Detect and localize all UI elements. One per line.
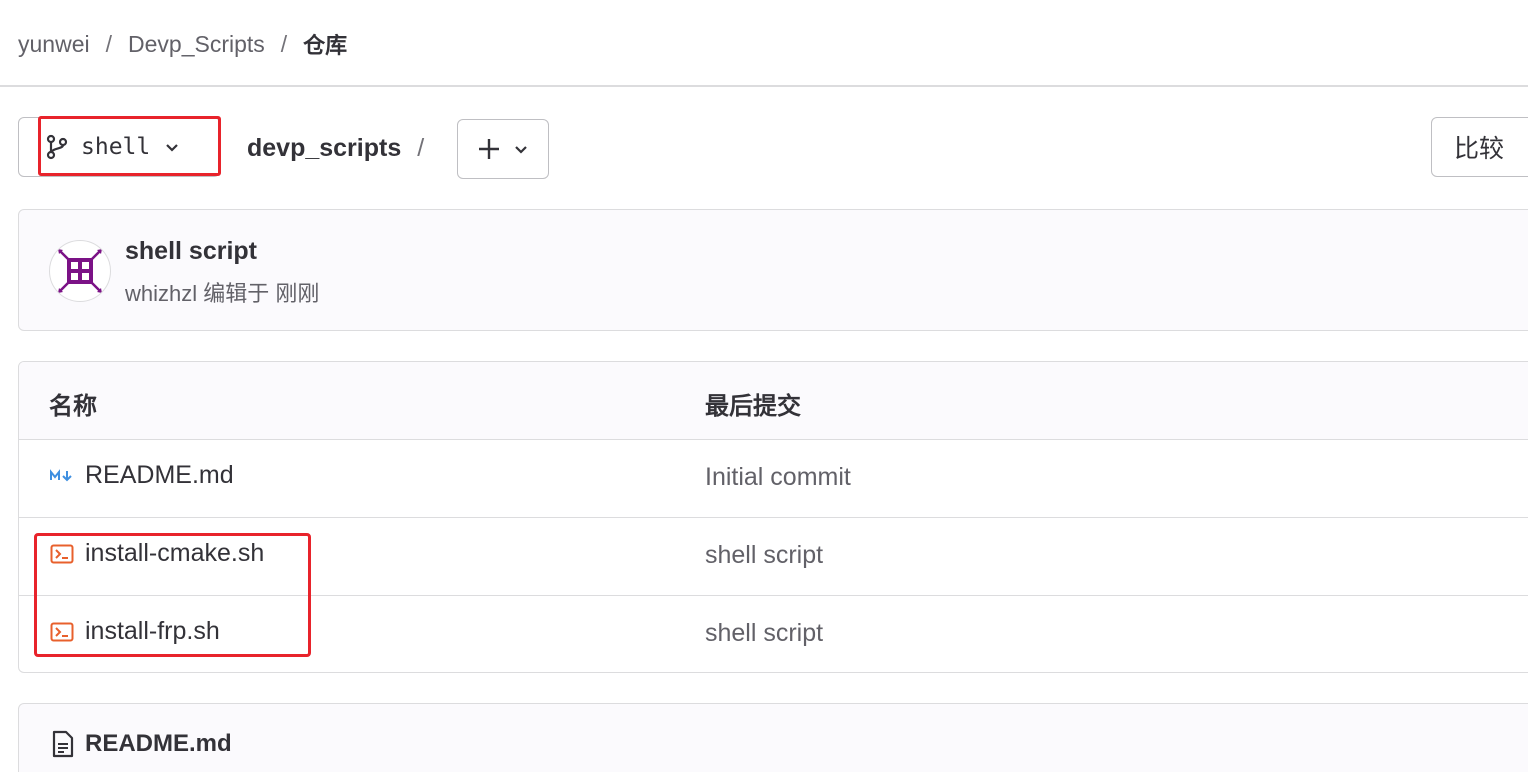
terminal-file-icon	[49, 543, 75, 565]
branch-selector-button[interactable]: shell	[18, 117, 220, 177]
readme-title[interactable]: README.md	[85, 730, 232, 758]
readme-card: README.md	[18, 703, 1528, 772]
chevron-down-icon	[515, 146, 527, 154]
table-row[interactable]: README.md Initial commit	[19, 440, 1528, 518]
breadcrumb-separator: /	[280, 30, 288, 57]
commit-message-cell[interactable]: Initial commit	[705, 463, 851, 492]
document-icon	[52, 730, 74, 758]
commit-message-cell[interactable]: shell script	[705, 541, 823, 570]
avatar[interactable]	[49, 240, 111, 302]
repository-page: yunwei / Devp_Scripts / 仓库 shell devp_sc…	[0, 0, 1528, 772]
branch-icon	[46, 134, 68, 160]
table-header: 名称 最后提交	[19, 362, 1528, 440]
header-divider	[0, 85, 1528, 87]
file-name-cell: install-cmake.sh	[49, 539, 264, 568]
file-link[interactable]: install-cmake.sh	[85, 539, 264, 568]
file-link[interactable]: install-frp.sh	[85, 617, 220, 646]
commit-author[interactable]: whizhzl	[125, 281, 197, 306]
breadcrumb-separator: /	[105, 30, 112, 57]
terminal-file-icon	[49, 621, 75, 643]
compare-button[interactable]: 比较	[1431, 117, 1528, 177]
breadcrumb-group[interactable]: yunwei	[18, 31, 90, 58]
column-header-last-commit: 最后提交	[705, 393, 801, 420]
breadcrumb-project[interactable]: Devp_Scripts	[128, 31, 265, 58]
file-name-cell: install-frp.sh	[49, 617, 220, 646]
table-row[interactable]: install-frp.sh shell script	[19, 596, 1528, 672]
plus-icon	[479, 139, 499, 159]
last-commit-card: shell script whizhzl 编辑于 刚刚	[18, 209, 1528, 331]
file-name-cell: README.md	[49, 461, 234, 490]
add-file-dropdown-button[interactable]	[457, 119, 549, 179]
commit-title[interactable]: shell script	[125, 237, 257, 266]
readme-header: README.md	[51, 730, 232, 758]
commit-time: 刚刚	[275, 281, 320, 306]
file-link[interactable]: README.md	[85, 461, 234, 490]
breadcrumb: yunwei / Devp_Scripts / 仓库	[18, 26, 347, 62]
commit-action: 编辑于	[203, 281, 270, 306]
breadcrumb-current[interactable]: 仓库	[303, 28, 347, 60]
file-tree-table: 名称 最后提交 README.md Initial commit install…	[18, 361, 1528, 673]
chevron-down-icon	[166, 144, 179, 152]
column-header-name: 名称	[49, 393, 97, 420]
project-path: devp_scripts /	[247, 128, 424, 168]
table-row[interactable]: install-cmake.sh shell script	[19, 518, 1528, 596]
path-separator: /	[417, 133, 425, 162]
commit-meta: whizhzl 编辑于 刚刚	[125, 276, 319, 308]
project-path-name[interactable]: devp_scripts	[247, 134, 401, 163]
commit-message-cell[interactable]: shell script	[705, 619, 823, 648]
identicon-avatar-icon	[58, 249, 102, 293]
markdown-icon	[49, 465, 75, 487]
branch-name: shell	[81, 134, 151, 160]
